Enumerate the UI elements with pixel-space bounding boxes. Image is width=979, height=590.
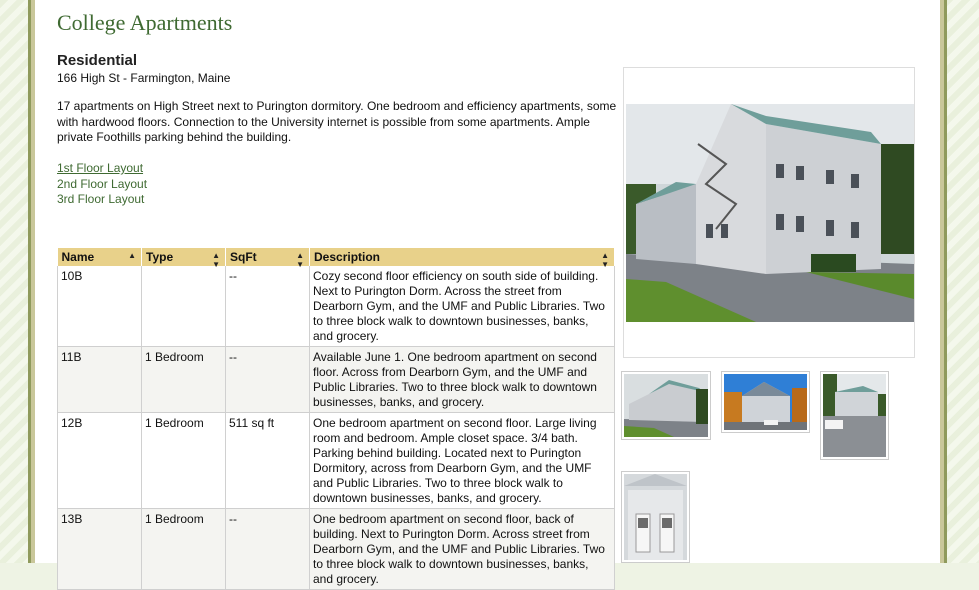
cell-sqft: -- xyxy=(225,346,310,413)
table-row: 13B 1 Bedroom -- One bedroom apartment o… xyxy=(57,508,615,590)
cell-sqft: -- xyxy=(225,266,310,347)
content-panel: College Apartments Residential 166 High … xyxy=(31,0,944,590)
thumbnail-photo-1[interactable] xyxy=(621,371,711,440)
cell-type: 1 Bedroom xyxy=(141,508,226,590)
cell-type xyxy=(141,266,226,347)
column-header-description[interactable]: Description ▲ ▼ xyxy=(309,248,615,269)
table-row: 12B 1 Bedroom 511 sq ft One bedroom apar… xyxy=(57,412,615,509)
cell-description: Cozy second floor efficiency on south si… xyxy=(309,266,615,347)
background-pattern-right xyxy=(945,0,979,563)
sort-both-icon: ▲ ▼ xyxy=(212,251,220,269)
category-heading: Residential xyxy=(57,52,138,69)
property-description: 17 apartments on High Street next to Pur… xyxy=(57,99,617,144)
floor-layout-link-3[interactable]: 3rd Floor Layout xyxy=(57,192,147,208)
sort-both-icon: ▲ ▼ xyxy=(296,251,304,269)
cell-description: One bedroom apartment on second floor, b… xyxy=(309,508,615,590)
main-building-photo xyxy=(623,67,915,358)
apartments-table: Name ▲ Type ▲ ▼ SqFt ▲ ▼ Description ▲ ▼ 10B --… xyxy=(57,248,615,590)
floor-layout-links: 1st Floor Layout 2nd Floor Layout 3rd Fl… xyxy=(57,161,147,208)
cell-sqft: 511 sq ft xyxy=(225,412,310,509)
thumbnail-photo-2[interactable] xyxy=(721,371,810,433)
cell-type: 1 Bedroom xyxy=(141,412,226,509)
thumbnail-photo-3[interactable] xyxy=(820,371,889,460)
cell-name: 13B xyxy=(57,508,142,590)
floor-layout-link-2[interactable]: 2nd Floor Layout xyxy=(57,177,147,193)
sort-ascending-icon: ▲ xyxy=(128,251,136,260)
cell-description: Available June 1. One bedroom apartment … xyxy=(309,346,615,413)
floor-layout-link-1[interactable]: 1st Floor Layout xyxy=(57,161,147,177)
cell-name: 11B xyxy=(57,346,142,413)
cell-description: One bedroom apartment on second floor. L… xyxy=(309,412,615,509)
table-row: 11B 1 Bedroom -- Available June 1. One b… xyxy=(57,346,615,413)
column-header-name[interactable]: Name ▲ xyxy=(57,248,142,266)
column-header-type[interactable]: Type ▲ ▼ xyxy=(141,248,226,269)
table-row: 10B -- Cozy second floor efficiency on s… xyxy=(57,266,615,347)
cell-sqft: -- xyxy=(225,508,310,590)
cell-name: 12B xyxy=(57,412,142,509)
column-header-sqft[interactable]: SqFt ▲ ▼ xyxy=(225,248,310,269)
background-pattern-left xyxy=(0,0,32,563)
thumbnail-photo-4[interactable] xyxy=(621,471,690,563)
sort-both-icon: ▲ ▼ xyxy=(601,251,609,269)
cell-name: 10B xyxy=(57,266,142,347)
page-title: College Apartments xyxy=(57,10,233,35)
address-text: 166 High St - Farmington, Maine xyxy=(57,71,231,85)
cell-type: 1 Bedroom xyxy=(141,346,226,413)
